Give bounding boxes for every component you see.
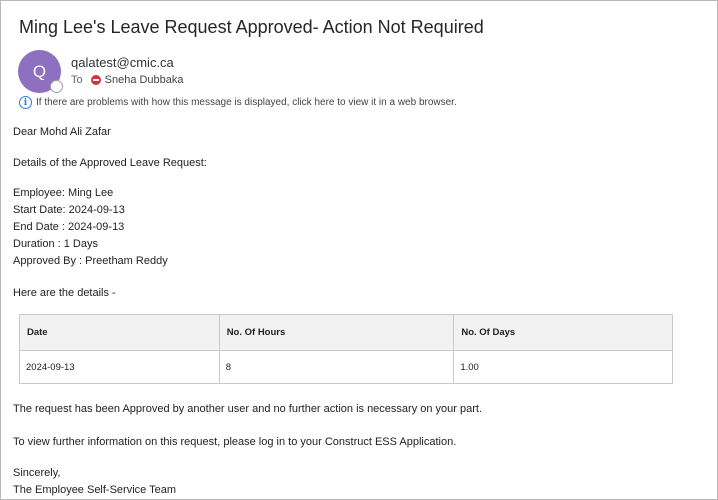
- info-bar-text: If there are problems with how this mess…: [36, 97, 457, 108]
- cell-days: 1.00: [453, 350, 673, 384]
- end-date-line: End Date : 2024-09-13: [13, 221, 125, 233]
- team-signature: The Employee Self-Service Team: [13, 484, 177, 496]
- blocked-presence-icon: [90, 75, 101, 85]
- avatar-initial: Q: [32, 61, 47, 81]
- table-row: 2024-09-13 8 1.00: [19, 350, 673, 384]
- view-further-note: To view further information on this requ…: [13, 436, 457, 448]
- info-icon: i: [19, 96, 32, 109]
- presence-status-icon: [50, 80, 63, 93]
- cell-hours: 8: [218, 350, 455, 384]
- recipient-name[interactable]: Sneha Dubbaka: [105, 74, 184, 86]
- start-date-line: Start Date: 2024-09-13: [13, 204, 125, 216]
- duration-line: Duration : 1 Days: [13, 238, 98, 250]
- table-header-row: Date No. Of Hours No. Of Days: [19, 314, 673, 351]
- greeting: Dear Mohd Ali Zafar: [13, 126, 111, 138]
- approved-by-line: Approved By : Preetham Reddy: [13, 255, 168, 267]
- sender-address[interactable]: qalatest@cmic.ca: [71, 55, 174, 70]
- column-header-days: No. Of Days: [453, 314, 673, 351]
- details-heading: Details of the Approved Leave Request:: [13, 157, 207, 169]
- cell-date: 2024-09-13: [19, 350, 220, 384]
- column-header-hours: No. Of Hours: [218, 314, 455, 351]
- column-header-date: Date: [19, 314, 220, 351]
- email-reading-pane: Ming Lee's Leave Request Approved- Actio…: [0, 0, 718, 500]
- employee-line: Employee: Ming Lee: [13, 187, 114, 199]
- leave-details-table: Date No. Of Hours No. Of Days 2024-09-13…: [19, 314, 673, 384]
- here-details-line: Here are the details -: [13, 287, 116, 299]
- recipient-row: To Sneha Dubbaka: [71, 74, 184, 86]
- to-label: To: [71, 74, 83, 86]
- info-bar[interactable]: i If there are problems with how this me…: [19, 96, 457, 109]
- sign-off: Sincerely,: [13, 467, 61, 479]
- approved-note: The request has been Approved by another…: [13, 403, 483, 415]
- email-subject: Ming Lee's Leave Request Approved- Actio…: [19, 17, 484, 37]
